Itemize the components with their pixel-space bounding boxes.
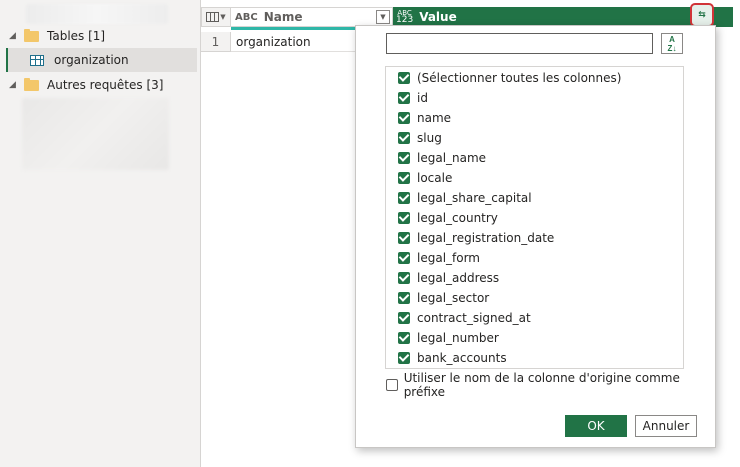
- column-option-label: legal_address: [417, 271, 500, 285]
- column-option-slug[interactable]: slug: [398, 128, 442, 148]
- checkbox-checked-icon[interactable]: [398, 72, 410, 84]
- checkbox-checked-icon[interactable]: [398, 332, 410, 344]
- column-option-select-all[interactable]: (Sélectionner toutes les colonnes): [398, 68, 621, 88]
- checkbox-checked-icon[interactable]: [398, 232, 410, 244]
- column-option-label: legal_number: [417, 331, 499, 345]
- column-option-label: locale: [417, 171, 453, 185]
- column-option-legal-address[interactable]: legal_address: [398, 268, 499, 288]
- column-header-label: Value: [419, 10, 457, 24]
- column-option-label: legal_form: [417, 251, 480, 265]
- caret-down-icon[interactable]: ◢: [9, 31, 19, 41]
- sort-az-icon: A: [669, 34, 675, 44]
- checkbox-checked-icon[interactable]: [398, 112, 410, 124]
- column-option-label: legal_registration_date: [417, 231, 555, 245]
- checkbox-checked-icon[interactable]: [398, 172, 410, 184]
- column-option-label: legal_name: [417, 151, 487, 165]
- checkbox-checked-icon[interactable]: [398, 132, 410, 144]
- column-option-legal-registration-date[interactable]: legal_registration_date: [398, 228, 554, 248]
- prefix-checkbox[interactable]: [386, 379, 398, 391]
- filter-dropdown-button[interactable]: ▼: [376, 10, 390, 24]
- table-icon: [206, 12, 220, 22]
- table-cell[interactable]: organization: [231, 32, 357, 52]
- query-item-label: organization: [54, 53, 129, 67]
- column-option-legal-sector[interactable]: legal_sector: [398, 288, 489, 308]
- column-option-contract-signed-at[interactable]: contract_signed_at: [398, 308, 531, 328]
- blurred-query-list: [22, 98, 169, 170]
- checkbox-checked-icon[interactable]: [398, 312, 410, 324]
- column-header-value[interactable]: ABC 123 Value ⇆: [393, 3, 733, 27]
- column-option-name[interactable]: name: [398, 108, 451, 128]
- checkbox-checked-icon[interactable]: [398, 272, 410, 284]
- caret-down-icon[interactable]: ◢: [9, 80, 19, 90]
- chevron-down-icon: ▼: [220, 13, 226, 21]
- group-label-other: Autres requêtes [3]: [47, 78, 164, 92]
- prefix-option[interactable]: Utiliser le nom de la colonne d'origine …: [386, 371, 715, 399]
- queries-pane: ◢ Tables [1] organization ◢ Autres requê…: [0, 0, 201, 467]
- row-number: 1: [201, 32, 231, 52]
- column-option-legal-name[interactable]: legal_name: [398, 148, 486, 168]
- blurred-header: [26, 4, 168, 24]
- column-option-legal-country[interactable]: legal_country: [398, 208, 498, 228]
- ok-button[interactable]: OK: [565, 415, 627, 437]
- column-option-label: name: [417, 111, 452, 125]
- table-menu-button[interactable]: ▼: [201, 7, 231, 27]
- expand-columns-dialog: A Z↓ (Sélectionner toutes les colonnes) …: [355, 25, 716, 448]
- grid-header: ▼ ABC Name ▼ ABC 123 Value ⇆: [201, 3, 740, 27]
- column-option-bank-accounts[interactable]: bank_accounts: [398, 348, 507, 368]
- column-option-label: contract_signed_at: [417, 311, 531, 325]
- sort-az-button[interactable]: A Z↓: [661, 33, 683, 54]
- text-type-icon[interactable]: ABC: [235, 12, 258, 23]
- any-type-icon[interactable]: ABC 123: [396, 10, 414, 25]
- sort-az-icon-bottom: Z: [667, 43, 673, 53]
- column-option-label: legal_share_capital: [417, 191, 532, 205]
- search-columns-input[interactable]: [386, 33, 653, 54]
- table-icon: [30, 54, 44, 66]
- expand-columns-icon[interactable]: ⇆: [690, 3, 714, 27]
- checkbox-checked-icon[interactable]: [398, 252, 410, 264]
- group-other-queries[interactable]: ◢ Autres requêtes [3]: [0, 74, 200, 96]
- cancel-button[interactable]: Annuler: [635, 415, 697, 437]
- prefix-label: Utiliser le nom de la colonne d'origine …: [403, 371, 680, 399]
- column-option-label: legal_country: [417, 211, 498, 225]
- column-checklist: (Sélectionner toutes les colonnes) id na…: [385, 66, 684, 369]
- column-option-id[interactable]: id: [398, 88, 428, 108]
- table-row: 1 organization: [201, 32, 357, 52]
- checkbox-checked-icon[interactable]: [398, 352, 410, 364]
- column-header-label: Name: [263, 10, 303, 24]
- column-option-legal-number[interactable]: legal_number: [398, 328, 499, 348]
- checkbox-checked-icon[interactable]: [398, 152, 410, 164]
- folder-icon: [24, 28, 39, 42]
- group-label-tables: Tables [1]: [47, 29, 106, 43]
- column-option-legal-share-capital[interactable]: legal_share_capital: [398, 188, 532, 208]
- column-option-label: legal_sector: [417, 291, 490, 305]
- checkbox-checked-icon[interactable]: [398, 292, 410, 304]
- power-query-window: ◢ Tables [1] organization ◢ Autres requê…: [0, 0, 740, 467]
- column-option-locale[interactable]: locale: [398, 168, 452, 188]
- type-icon-bottom: 123: [396, 15, 414, 25]
- column-option-legal-form[interactable]: legal_form: [398, 248, 480, 268]
- checkbox-checked-icon[interactable]: [398, 192, 410, 204]
- query-item-organization[interactable]: organization: [6, 48, 197, 72]
- column-option-label: (Sélectionner toutes les colonnes): [417, 71, 622, 85]
- folder-icon: [24, 77, 39, 91]
- column-option-label: id: [417, 91, 428, 105]
- column-header-name[interactable]: ABC Name ▼: [231, 7, 393, 27]
- column-option-label: bank_accounts: [417, 351, 507, 365]
- checkbox-checked-icon[interactable]: [398, 92, 410, 104]
- column-option-label: slug: [417, 131, 442, 145]
- checkbox-checked-icon[interactable]: [398, 212, 410, 224]
- group-tables[interactable]: ◢ Tables [1]: [0, 25, 200, 47]
